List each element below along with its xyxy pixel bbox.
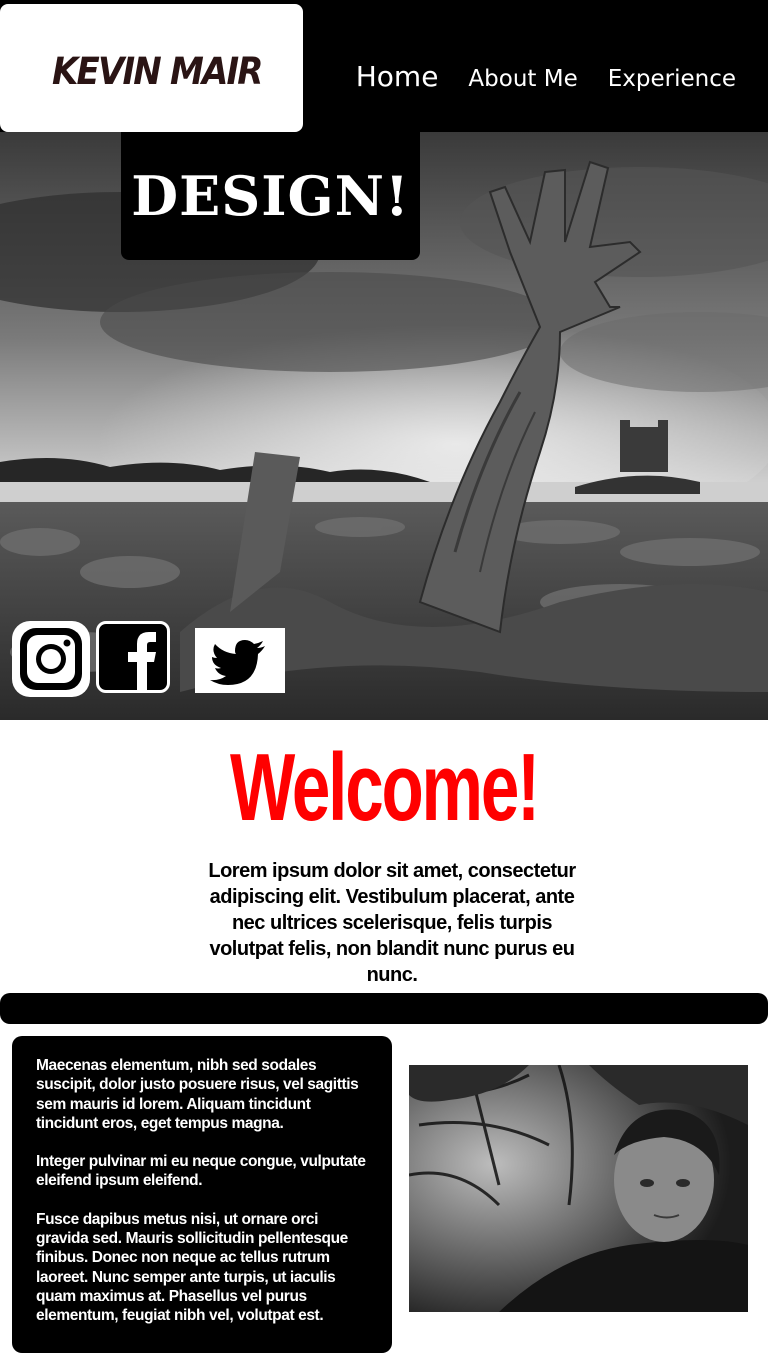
- portrait-photo: [409, 1065, 748, 1312]
- facebook-icon[interactable]: [96, 621, 170, 693]
- about-paragraph-2: Integer pulvinar mi eu neque congue, vul…: [36, 1153, 366, 1190]
- site-logo: KEVIN MAIR: [52, 50, 264, 93]
- section-divider: [0, 993, 768, 1024]
- welcome-heading: Welcome!: [230, 734, 540, 841]
- logo-box[interactable]: KEVIN MAIR: [0, 4, 303, 132]
- about-paragraph-1: Maecenas elementum, nibh sed sodales sus…: [36, 1057, 359, 1132]
- twitter-icon[interactable]: [195, 628, 285, 693]
- about-text-box: Maecenas elementum, nibh sed sodales sus…: [12, 1036, 392, 1353]
- main-nav: Home About Me Experience: [356, 60, 736, 93]
- intro-paragraph: Lorem ipsum dolor sit amet, consectetur …: [208, 860, 576, 986]
- nav-link-about-me[interactable]: About Me: [468, 66, 577, 92]
- nav-link-experience[interactable]: Experience: [608, 66, 736, 92]
- nav-link-home[interactable]: Home: [356, 60, 439, 93]
- about-paragraph-3: Fusce dapibus metus nisi, ut ornare orci…: [36, 1210, 348, 1325]
- site-header: KEVIN MAIR Home About Me Experience: [0, 0, 768, 132]
- design-banner: DESIGN!: [121, 132, 420, 260]
- instagram-icon[interactable]: [12, 621, 90, 697]
- design-banner-text: DESIGN!: [131, 164, 410, 228]
